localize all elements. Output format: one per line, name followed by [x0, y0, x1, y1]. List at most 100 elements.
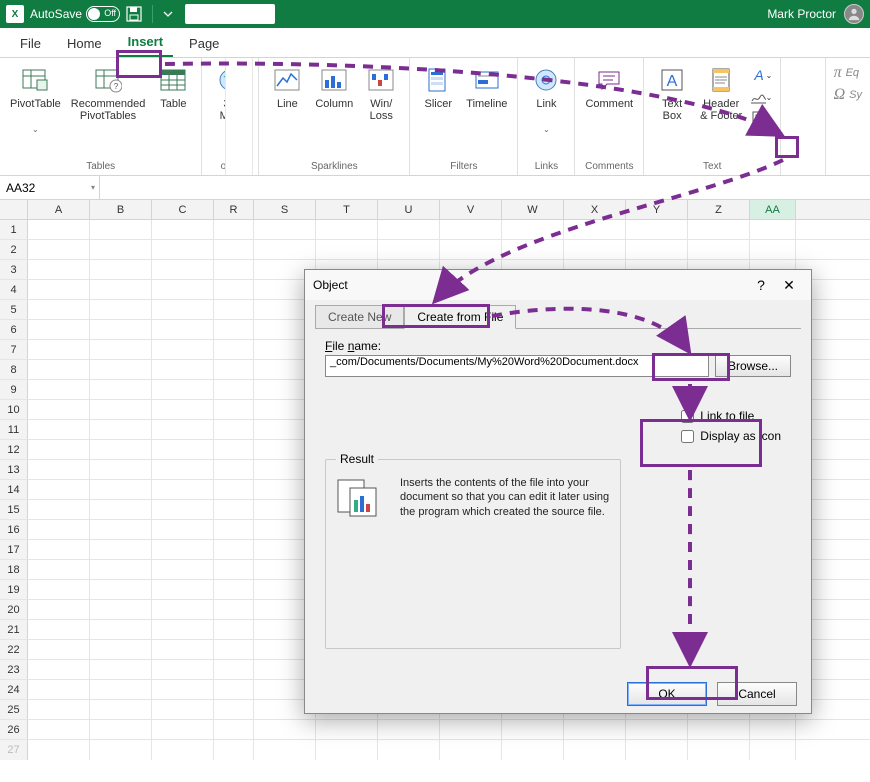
- signature-button[interactable]: ⌄: [750, 88, 772, 106]
- cell[interactable]: [28, 380, 90, 399]
- col-header[interactable]: W: [502, 200, 564, 219]
- cell[interactable]: [90, 380, 152, 399]
- cell[interactable]: [254, 740, 316, 760]
- cell[interactable]: [28, 500, 90, 519]
- row-header[interactable]: 19: [0, 580, 28, 599]
- cell[interactable]: [90, 660, 152, 679]
- cell[interactable]: [152, 260, 214, 279]
- cell[interactable]: [90, 620, 152, 639]
- cell[interactable]: [502, 720, 564, 739]
- cell[interactable]: [28, 620, 90, 639]
- cell[interactable]: [152, 540, 214, 559]
- cell[interactable]: [626, 720, 688, 739]
- cell[interactable]: [152, 640, 214, 659]
- row-header[interactable]: 27: [0, 740, 28, 760]
- col-header[interactable]: C: [152, 200, 214, 219]
- cell[interactable]: [28, 740, 90, 760]
- autosave-toggle[interactable]: AutoSave Off: [30, 6, 120, 22]
- dialog-close-icon[interactable]: ✕: [775, 277, 803, 294]
- cell[interactable]: [28, 460, 90, 479]
- cell[interactable]: [28, 520, 90, 539]
- row-header[interactable]: 20: [0, 600, 28, 619]
- cell[interactable]: [564, 720, 626, 739]
- row-header[interactable]: 7: [0, 340, 28, 359]
- cell[interactable]: [152, 680, 214, 699]
- save-icon[interactable]: [126, 6, 142, 22]
- object-button[interactable]: [750, 110, 772, 128]
- cancel-button[interactable]: Cancel: [717, 682, 797, 706]
- cell[interactable]: [90, 420, 152, 439]
- row-header[interactable]: 21: [0, 620, 28, 639]
- cell[interactable]: [28, 560, 90, 579]
- cell[interactable]: [28, 720, 90, 739]
- cell[interactable]: [214, 420, 254, 439]
- browse-button[interactable]: Browse...: [715, 355, 791, 377]
- cell[interactable]: [152, 320, 214, 339]
- user-avatar-icon[interactable]: [844, 4, 864, 24]
- cell[interactable]: [152, 480, 214, 499]
- timeline-button[interactable]: Timeline: [462, 62, 511, 126]
- cell[interactable]: [90, 680, 152, 699]
- cell[interactable]: [152, 580, 214, 599]
- cell[interactable]: [214, 520, 254, 539]
- cell[interactable]: [90, 640, 152, 659]
- cell[interactable]: [90, 340, 152, 359]
- cell[interactable]: [90, 600, 152, 619]
- symbol-button[interactable]: ΩSy: [834, 86, 862, 104]
- cell[interactable]: [90, 400, 152, 419]
- cell[interactable]: [90, 220, 152, 239]
- cell[interactable]: [152, 560, 214, 579]
- cell[interactable]: [214, 620, 254, 639]
- col-header[interactable]: B: [90, 200, 152, 219]
- row-header[interactable]: 11: [0, 420, 28, 439]
- cell[interactable]: [214, 640, 254, 659]
- table-button[interactable]: Table: [151, 62, 195, 126]
- cell[interactable]: [28, 260, 90, 279]
- comment-button[interactable]: Comment: [581, 62, 637, 126]
- sparkline-winloss-button[interactable]: Win/ Loss: [359, 62, 403, 126]
- doc-name-box[interactable]: [185, 4, 275, 24]
- cell[interactable]: [152, 740, 214, 760]
- equation-button[interactable]: πEq: [834, 64, 862, 82]
- cell[interactable]: [214, 540, 254, 559]
- display-as-icon-checkbox[interactable]: Display as icon: [681, 429, 781, 443]
- cell[interactable]: [90, 700, 152, 719]
- tab-home[interactable]: Home: [57, 32, 112, 57]
- cell[interactable]: [90, 480, 152, 499]
- row-header[interactable]: 4: [0, 280, 28, 299]
- row-header[interactable]: 22: [0, 640, 28, 659]
- cell[interactable]: [152, 420, 214, 439]
- header-footer-button[interactable]: Header & Footer: [696, 62, 746, 126]
- link-button[interactable]: Link ⌄: [524, 62, 568, 137]
- col-header[interactable]: AA: [750, 200, 796, 219]
- cell[interactable]: [564, 220, 626, 239]
- cell[interactable]: [626, 220, 688, 239]
- col-header[interactable]: A: [28, 200, 90, 219]
- cell[interactable]: [28, 440, 90, 459]
- col-header[interactable]: V: [440, 200, 502, 219]
- col-header[interactable]: U: [378, 200, 440, 219]
- cell[interactable]: [378, 220, 440, 239]
- row-header[interactable]: 25: [0, 700, 28, 719]
- cell[interactable]: [254, 220, 316, 239]
- cell[interactable]: [750, 220, 796, 239]
- cell[interactable]: [28, 480, 90, 499]
- tab-create-new[interactable]: Create New: [315, 305, 404, 329]
- cell[interactable]: [28, 600, 90, 619]
- cell[interactable]: [152, 460, 214, 479]
- cell[interactable]: [316, 220, 378, 239]
- cell[interactable]: [378, 740, 440, 760]
- col-header[interactable]: Y: [626, 200, 688, 219]
- cell[interactable]: [214, 700, 254, 719]
- cell[interactable]: [440, 220, 502, 239]
- tab-file[interactable]: File: [10, 32, 51, 57]
- cell[interactable]: [214, 660, 254, 679]
- cell[interactable]: [90, 240, 152, 259]
- cell[interactable]: [214, 340, 254, 359]
- cell[interactable]: [90, 520, 152, 539]
- row-header[interactable]: 5: [0, 300, 28, 319]
- cell[interactable]: [28, 220, 90, 239]
- row-header[interactable]: 2: [0, 240, 28, 259]
- cell[interactable]: [28, 580, 90, 599]
- cell[interactable]: [28, 700, 90, 719]
